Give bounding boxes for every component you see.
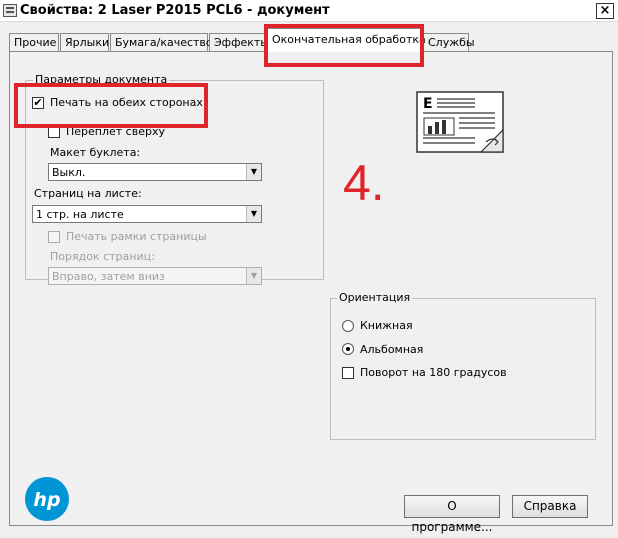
hp-logo: hp	[25, 477, 69, 521]
print-page-borders-checkbox[interactable]	[48, 231, 60, 243]
highlight-box-finishing-tab	[264, 24, 424, 67]
landscape-label: Альбомная	[360, 343, 424, 356]
portrait-radio[interactable]	[342, 320, 354, 332]
page-order-select[interactable]: Вправо, затем вниз ▼	[48, 267, 262, 285]
step-number-annotation: 4.	[343, 155, 385, 211]
pages-per-sheet-value: 1 стр. на листе	[36, 208, 124, 221]
page-order-value: Вправо, затем вниз	[52, 270, 165, 283]
dropdown-arrow-icon[interactable]: ▼	[246, 164, 261, 180]
portrait-label: Книжная	[360, 319, 413, 332]
booklet-layout-value: Выкл.	[52, 166, 86, 179]
tab-other[interactable]: Прочие	[9, 33, 59, 51]
booklet-layout-select[interactable]: Выкл. ▼	[48, 163, 262, 181]
tab-effects[interactable]: Эффекты	[209, 33, 269, 51]
rotate-180-label: Поворот на 180 градусов	[360, 366, 507, 379]
duplex-document-preview-icon: E	[415, 90, 511, 156]
booklet-layout-label: Макет буклета:	[50, 146, 141, 159]
tab-shortcuts[interactable]: Ярлыки	[60, 33, 109, 51]
about-button[interactable]: О программе...	[404, 495, 500, 534]
landscape-radio[interactable]	[342, 343, 354, 355]
orientation-legend: Ориентация	[337, 291, 413, 304]
rotate-180-checkbox[interactable]	[342, 367, 354, 379]
title-bar: Свойства: 2 Laser P2015 PCL6 - документ …	[0, 0, 618, 22]
dropdown-arrow-icon[interactable]: ▼	[246, 268, 261, 284]
pages-per-sheet-select[interactable]: 1 стр. на листе ▼	[32, 205, 262, 223]
help-button[interactable]: Справка	[512, 495, 588, 518]
page-order-label: Порядок страниц:	[50, 250, 155, 263]
printer-properties-icon	[3, 4, 17, 17]
window-title: Свойства: 2 Laser P2015 PCL6 - документ	[20, 3, 330, 18]
dropdown-arrow-icon[interactable]: ▼	[246, 206, 261, 222]
hp-logo-text: hp	[33, 489, 60, 511]
pages-per-sheet-label: Страниц на листе:	[34, 187, 142, 200]
highlight-box-duplex	[14, 83, 208, 128]
tab-paper-quality[interactable]: Бумага/качество	[110, 33, 213, 51]
print-page-borders-label: Печать рамки страницы	[66, 230, 207, 243]
preview-letter: E	[423, 96, 433, 112]
close-button[interactable]: ×	[596, 3, 614, 19]
tab-services[interactable]: Службы	[423, 33, 475, 51]
